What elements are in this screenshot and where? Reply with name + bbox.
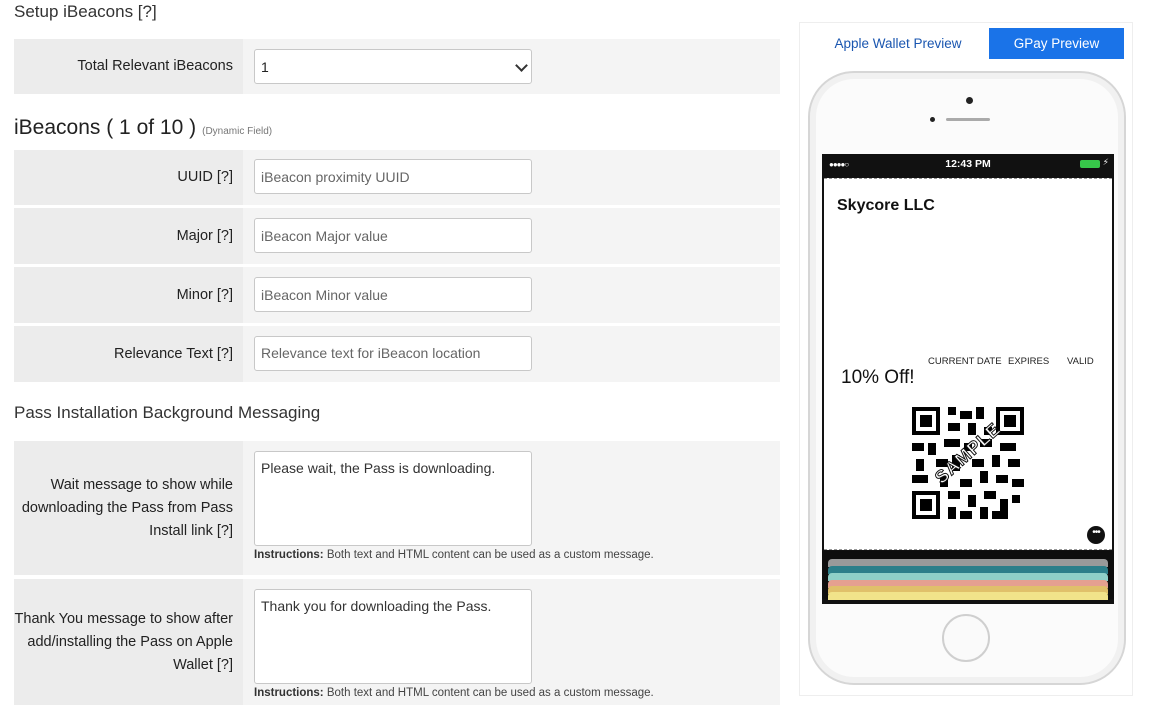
thanks-message-textarea[interactable]: Thank you for downloading the Pass. bbox=[254, 589, 532, 684]
pass-offer: 10% Off! bbox=[841, 367, 915, 388]
relevance-text-input[interactable] bbox=[254, 336, 532, 371]
tab-apple-wallet-preview[interactable]: Apple Wallet Preview bbox=[808, 28, 988, 59]
wait-message-textarea[interactable]: Please wait, the Pass is downloading. bbox=[254, 451, 532, 546]
minor-label: Minor [?] bbox=[14, 267, 243, 323]
camera-icon bbox=[966, 97, 973, 104]
pass-company-name: Skycore LLC bbox=[837, 197, 935, 214]
minor-input[interactable] bbox=[254, 277, 532, 312]
more-dots-icon[interactable]: ••• bbox=[1087, 526, 1105, 544]
phone-mockup: ●●●●○ 12:43 PM ⚡ Skycore LLC CURRENT DAT… bbox=[808, 71, 1126, 685]
ibeacons-title: iBeacons ( 1 of 10 ) bbox=[14, 116, 197, 139]
tab-gpay-preview[interactable]: GPay Preview bbox=[989, 28, 1124, 59]
battery-icon bbox=[1080, 160, 1100, 168]
dynamic-field-note: (Dynamic Field) bbox=[202, 126, 273, 137]
pass-card: Skycore LLC CURRENT DATE EXPIRES VALID 1… bbox=[824, 178, 1112, 550]
stack-card bbox=[828, 592, 1108, 600]
major-label: Major [?] bbox=[14, 208, 243, 264]
wallet-card-stack bbox=[822, 551, 1114, 600]
uuid-input[interactable] bbox=[254, 159, 532, 194]
home-button[interactable] bbox=[942, 614, 990, 662]
thanks-instructions: Instructions: Both text and HTML content… bbox=[254, 687, 654, 699]
total-ibeacons-label: Total Relevant iBeacons bbox=[14, 39, 243, 94]
uuid-label: UUID [?] bbox=[14, 150, 243, 205]
instructions-bold: Instructions: bbox=[254, 549, 324, 561]
status-bar: ●●●●○ 12:43 PM ⚡ bbox=[822, 154, 1114, 174]
phone-screen: ●●●●○ 12:43 PM ⚡ Skycore LLC CURRENT DAT… bbox=[822, 154, 1114, 604]
field-expires: EXPIRES bbox=[1008, 356, 1050, 367]
status-time: 12:43 PM bbox=[945, 158, 991, 170]
field-valid: VALID bbox=[1067, 356, 1094, 367]
thanks-message-label: Thank You message to show after add/inst… bbox=[14, 579, 243, 705]
setup-ibeacons-heading: Setup iBeacons [?] bbox=[14, 2, 157, 21]
wait-message-label: Wait message to show while downloading t… bbox=[14, 441, 243, 575]
relevance-label: Relevance Text [?] bbox=[14, 326, 243, 382]
instructions-bold: Instructions: bbox=[254, 687, 324, 699]
sensor-dot bbox=[930, 117, 935, 122]
field-current-date: CURRENT DATE bbox=[928, 356, 1002, 367]
charging-icon: ⚡ bbox=[1102, 157, 1109, 167]
wait-instructions: Instructions: Both text and HTML content… bbox=[254, 549, 654, 561]
pass-messaging-heading: Pass Installation Background Messaging bbox=[14, 403, 321, 422]
pass-preview-panel: Apple Wallet Preview GPay Preview ●●●●○ … bbox=[799, 22, 1133, 696]
instructions-text: Both text and HTML content can be used a… bbox=[326, 687, 654, 699]
ibeacons-heading: iBeacons ( 1 of 10 ) (Dynamic Field) bbox=[14, 116, 272, 140]
total-ibeacons-select[interactable]: 1 bbox=[254, 49, 532, 84]
instructions-text: Both text and HTML content can be used a… bbox=[326, 549, 654, 561]
major-input[interactable] bbox=[254, 218, 532, 253]
speaker-grille bbox=[946, 118, 990, 121]
